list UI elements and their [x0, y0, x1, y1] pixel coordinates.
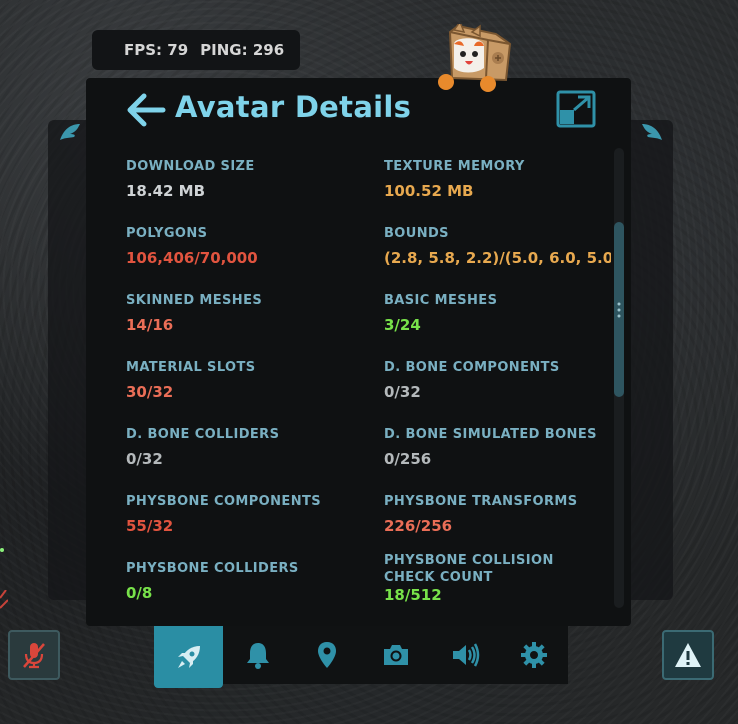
stat-physbone-colliders: PHYSBONE COLLIDERS 0/8 — [126, 560, 366, 602]
stat-bounds: BOUNDS (2.8, 5.8, 2.2)/(5.0, 6.0, 5.0) — [384, 225, 611, 267]
performance-stats: FPS: 79 PING: 296 — [92, 30, 300, 70]
stat-label: PHYSBONE COMPONENTS — [126, 494, 322, 509]
rocket-icon — [177, 646, 200, 668]
camera-icon — [383, 645, 408, 665]
stats-scroll-area[interactable]: DOWNLOAD SIZE 18.42 MB TEXTURE MEMORY 10… — [86, 144, 611, 614]
ping-label: PING: — [200, 41, 248, 59]
speaker-icon — [452, 643, 479, 667]
stat-dbone-components: D. BONE COMPONENTS 0/32 — [384, 359, 611, 401]
bottom-nav-bar — [154, 626, 568, 688]
expand-icon[interactable] — [556, 90, 596, 128]
stat-label: PHYSBONE COLLISION CHECK COUNT — [384, 553, 554, 585]
stat-label: BOUNDS — [384, 226, 449, 241]
stat-dbone-colliders: D. BONE COLLIDERS 0/32 — [126, 426, 366, 468]
scrollbar-thumb[interactable] — [614, 222, 624, 397]
stat-dbone-simulated-bones: D. BONE SIMULATED BONES 0/256 — [384, 426, 611, 468]
page-title: Avatar Details — [175, 90, 412, 124]
stat-value: 18/512 — [384, 586, 442, 604]
ping-value: 296 — [252, 41, 285, 59]
stat-basic-meshes: BASIC MESHES 3/24 — [384, 292, 611, 334]
world-light-dot — [0, 548, 4, 552]
fps-readout: FPS: 79 — [124, 41, 188, 59]
nav-settings-button[interactable] — [499, 626, 568, 684]
stat-texture-memory: TEXTURE MEMORY 100.52 MB — [384, 158, 611, 200]
box-cat-mascot-icon — [438, 24, 512, 92]
stat-physbone-transforms: PHYSBONE TRANSFORMS 226/256 — [384, 493, 611, 535]
nav-audio-button[interactable] — [430, 626, 499, 684]
stat-label: SKINNED MESHES — [126, 293, 263, 308]
back-arrow-icon[interactable] — [126, 92, 166, 128]
nav-launch-pad-button[interactable] — [154, 626, 223, 688]
stat-value: 18.42 MB — [126, 182, 206, 200]
nav-worlds-button[interactable] — [292, 626, 361, 684]
stat-material-slots: MATERIAL SLOTS 30/32 — [126, 359, 366, 401]
ping-readout: PING: 296 — [200, 41, 284, 59]
nav-camera-button[interactable] — [361, 626, 430, 684]
stat-value: 106,406/70,000 — [126, 249, 258, 267]
mute-microphone-button[interactable] — [8, 630, 60, 680]
stat-value: 0/256 — [384, 450, 432, 468]
gear-icon — [520, 642, 547, 668]
stat-value: 14/16 — [126, 316, 174, 334]
panel-header: Avatar Details — [86, 78, 631, 144]
stat-label: D. BONE COLLIDERS — [126, 427, 280, 442]
fps-value: 79 — [167, 41, 189, 59]
stat-label: D. BONE COMPONENTS — [384, 360, 560, 375]
grip-dots-icon — [617, 302, 621, 318]
bell-icon — [246, 643, 269, 669]
stat-value: 0/8 — [126, 584, 153, 602]
stat-value: (2.8, 5.8, 2.2)/(5.0, 6.0, 5.0) — [384, 249, 611, 267]
world-red-mark — [0, 590, 8, 609]
stat-value: 30/32 — [126, 383, 174, 401]
stat-label: POLYGONS — [126, 226, 208, 241]
stat-label: MATERIAL SLOTS — [126, 360, 256, 375]
stat-physbone-components: PHYSBONE COMPONENTS 55/32 — [126, 493, 366, 535]
stat-value: 3/24 — [384, 316, 421, 334]
map-pin-icon — [317, 642, 336, 668]
stat-physbone-collision-check-count: PHYSBONE COLLISION CHECK COUNT 18/512 — [384, 552, 604, 604]
stat-label: PHYSBONE TRANSFORMS — [384, 494, 578, 509]
stat-label: BASIC MESHES — [384, 293, 498, 308]
stat-label: PHYSBONE COLLIDERS — [126, 561, 299, 576]
scrollbar-track[interactable] — [614, 148, 624, 608]
nav-notifications-button[interactable] — [223, 626, 292, 684]
safety-alert-button[interactable] — [662, 630, 714, 680]
stat-value: 0/32 — [126, 450, 163, 468]
wing-icon-right — [642, 124, 662, 140]
warning-triangle-icon — [675, 643, 701, 667]
stat-download-size: DOWNLOAD SIZE 18.42 MB — [126, 158, 366, 200]
stat-label: DOWNLOAD SIZE — [126, 159, 255, 174]
fps-label: FPS: — [124, 41, 163, 59]
avatar-details-panel: Avatar Details DOWNLOAD SIZE 18.42 MB TE… — [86, 78, 631, 626]
stat-skinned-meshes: SKINNED MESHES 14/16 — [126, 292, 366, 334]
mic-muted-icon — [23, 643, 45, 669]
stat-value: 0/32 — [384, 383, 421, 401]
wing-icon-left — [60, 124, 80, 140]
stat-label: TEXTURE MEMORY — [384, 159, 525, 174]
stat-polygons: POLYGONS 106,406/70,000 — [126, 225, 366, 267]
stat-value: 100.52 MB — [384, 182, 474, 200]
stat-label: D. BONE SIMULATED BONES — [384, 427, 597, 442]
stat-value: 55/32 — [126, 517, 174, 535]
stat-value: 226/256 — [384, 517, 453, 535]
